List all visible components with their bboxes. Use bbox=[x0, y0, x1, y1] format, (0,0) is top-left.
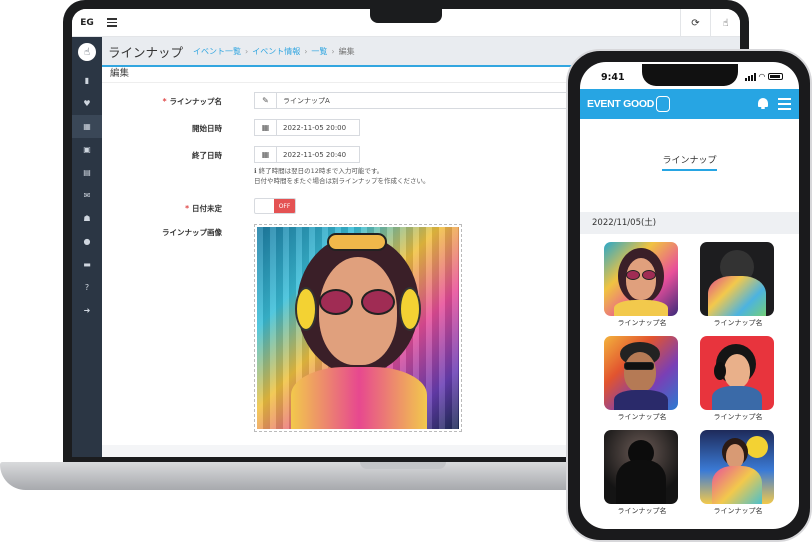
breadcrumb-event-list[interactable]: イベント一覧 bbox=[193, 46, 241, 57]
app-header: EVENT GOOD bbox=[580, 89, 799, 119]
battery-icon bbox=[768, 73, 783, 80]
bell-icon[interactable] bbox=[757, 97, 769, 109]
lineup-thumbnail bbox=[604, 242, 678, 316]
account-icon[interactable]: ☝ bbox=[710, 9, 740, 37]
start-datetime-label: 開始日時 bbox=[192, 124, 222, 133]
status-time: 9:41 bbox=[601, 72, 625, 83]
lineup-card-label: ラインナップ名 bbox=[713, 507, 763, 515]
wifi-icon: ◠ bbox=[758, 72, 765, 81]
thumbs-up-logo-icon bbox=[656, 96, 671, 112]
breadcrumb: イベント一覧 › イベント情報 › 一覧 › 編集 bbox=[193, 46, 355, 57]
lineup-image-label: ラインナップ画像 bbox=[162, 228, 222, 237]
pencil-icon: ✎ bbox=[255, 93, 277, 108]
calendar-icon: ▦ bbox=[255, 147, 277, 162]
end-datetime-value[interactable]: 2022-11-05 20:40 bbox=[277, 151, 346, 159]
lineup-thumbnail bbox=[604, 430, 678, 504]
lineup-name-value[interactable]: ラインナップA bbox=[277, 96, 330, 106]
lineup-card[interactable]: ラインナップ名 bbox=[700, 336, 776, 422]
info-icon: ℹ bbox=[254, 167, 257, 175]
phone-dynamic-island bbox=[642, 64, 738, 86]
sidebar-item-heart-icon[interactable]: ♥ bbox=[72, 92, 102, 115]
admin-sidebar: ☝ ▮ ♥ ▦ ▣ ▤ ✉ ☗ ● ▬ ? ➜ bbox=[72, 37, 102, 457]
sidebar-item-users-icon[interactable]: ☗ bbox=[72, 207, 102, 230]
lineup-card[interactable]: ラインナップ名 bbox=[604, 336, 680, 422]
lineup-card[interactable]: ラインナップ名 bbox=[700, 242, 776, 328]
section-title-underline bbox=[662, 169, 717, 171]
marketing-composite: EG ⟳ ☝ ☝ ▮ ♥ ▦ ▣ ▤ ✉ ☗ ● ▬ ? ➜ ラインナップ イベ… bbox=[0, 0, 812, 542]
sidebar-item-card-icon[interactable]: ▬ bbox=[72, 253, 102, 276]
start-datetime-field[interactable]: ▦ 2022-11-05 20:00 bbox=[254, 119, 360, 136]
sidebar-item-mail-icon[interactable]: ✉ bbox=[72, 184, 102, 207]
date-undecided-toggle[interactable]: OFF bbox=[254, 198, 296, 214]
lineup-name-label: * ラインナップ名 bbox=[162, 97, 222, 106]
breadcrumb-current: 編集 bbox=[338, 46, 355, 56]
lineup-card[interactable]: ラインナップ名 bbox=[604, 242, 680, 328]
sidebar-item-dashboard-icon[interactable]: ▮ bbox=[72, 69, 102, 92]
refresh-icon[interactable]: ⟳ bbox=[680, 9, 710, 37]
lineup-name-field[interactable]: ✎ ラインナップA bbox=[254, 92, 594, 109]
sidebar-item-book-icon[interactable]: ▤ bbox=[72, 161, 102, 184]
mobile-screen: 9:41 ◠ EVENT GOOD ラインナップ 2022/11/05(土) ラ… bbox=[580, 62, 799, 529]
lineup-card-label: ラインナップ名 bbox=[713, 413, 763, 421]
date-undecided-label: * 日付未定 bbox=[185, 204, 222, 213]
date-heading: 2022/11/05(土) bbox=[580, 212, 799, 234]
sidebar-item-logout-icon[interactable]: ➜ bbox=[72, 299, 102, 322]
end-datetime-label: 終了日時 bbox=[192, 151, 222, 160]
sidebar-item-user-icon[interactable]: ● bbox=[72, 230, 102, 253]
lineup-thumbnail bbox=[604, 336, 678, 410]
lineup-image-upload[interactable] bbox=[254, 224, 462, 432]
toggle-off-label: OFF bbox=[274, 199, 295, 213]
breadcrumb-event-info[interactable]: イベント情報 bbox=[252, 46, 300, 57]
laptop-camera-notch bbox=[370, 9, 442, 23]
lineup-thumbnail bbox=[700, 430, 774, 504]
brand-logo[interactable]: EG bbox=[72, 9, 102, 37]
lineup-card-label: ラインナップ名 bbox=[617, 413, 667, 421]
signal-icon bbox=[744, 72, 756, 81]
sidebar-item-qr-icon[interactable]: ▣ bbox=[72, 138, 102, 161]
lineup-thumbnail bbox=[700, 242, 774, 316]
lineup-card[interactable]: ラインナップ名 bbox=[604, 430, 680, 516]
end-datetime-help: ℹ 終了時間は翌日の12時まで入力可能です。 日付や時間をまたぐ場合は別ラインナ… bbox=[254, 167, 430, 185]
calendar-icon: ▦ bbox=[255, 120, 277, 135]
lineup-thumbnail bbox=[700, 336, 774, 410]
lineup-card-label: ラインナップ名 bbox=[617, 319, 667, 327]
lineup-card-label: ラインナップ名 bbox=[617, 507, 667, 515]
sidebar-item-help-icon[interactable]: ? bbox=[72, 276, 102, 299]
lineup-card-label: ラインナップ名 bbox=[713, 319, 763, 327]
app-logo[interactable]: EVENT GOOD bbox=[587, 98, 654, 110]
lineup-card[interactable]: ラインナップ名 bbox=[700, 430, 776, 516]
breadcrumb-list[interactable]: 一覧 bbox=[311, 46, 327, 57]
sidebar-item-calendar-icon[interactable]: ▦ bbox=[72, 115, 102, 138]
page-title: ラインナップ bbox=[108, 44, 184, 60]
hamburger-menu-icon[interactable] bbox=[778, 98, 791, 113]
menu-toggle-icon[interactable] bbox=[107, 16, 117, 28]
lineup-image-preview bbox=[257, 227, 459, 429]
section-title: ラインナップ bbox=[662, 156, 717, 166]
start-datetime-value[interactable]: 2022-11-05 20:00 bbox=[277, 124, 346, 132]
end-datetime-field[interactable]: ▦ 2022-11-05 20:40 bbox=[254, 146, 360, 163]
sidebar-logo-icon[interactable]: ☝ bbox=[78, 43, 96, 61]
